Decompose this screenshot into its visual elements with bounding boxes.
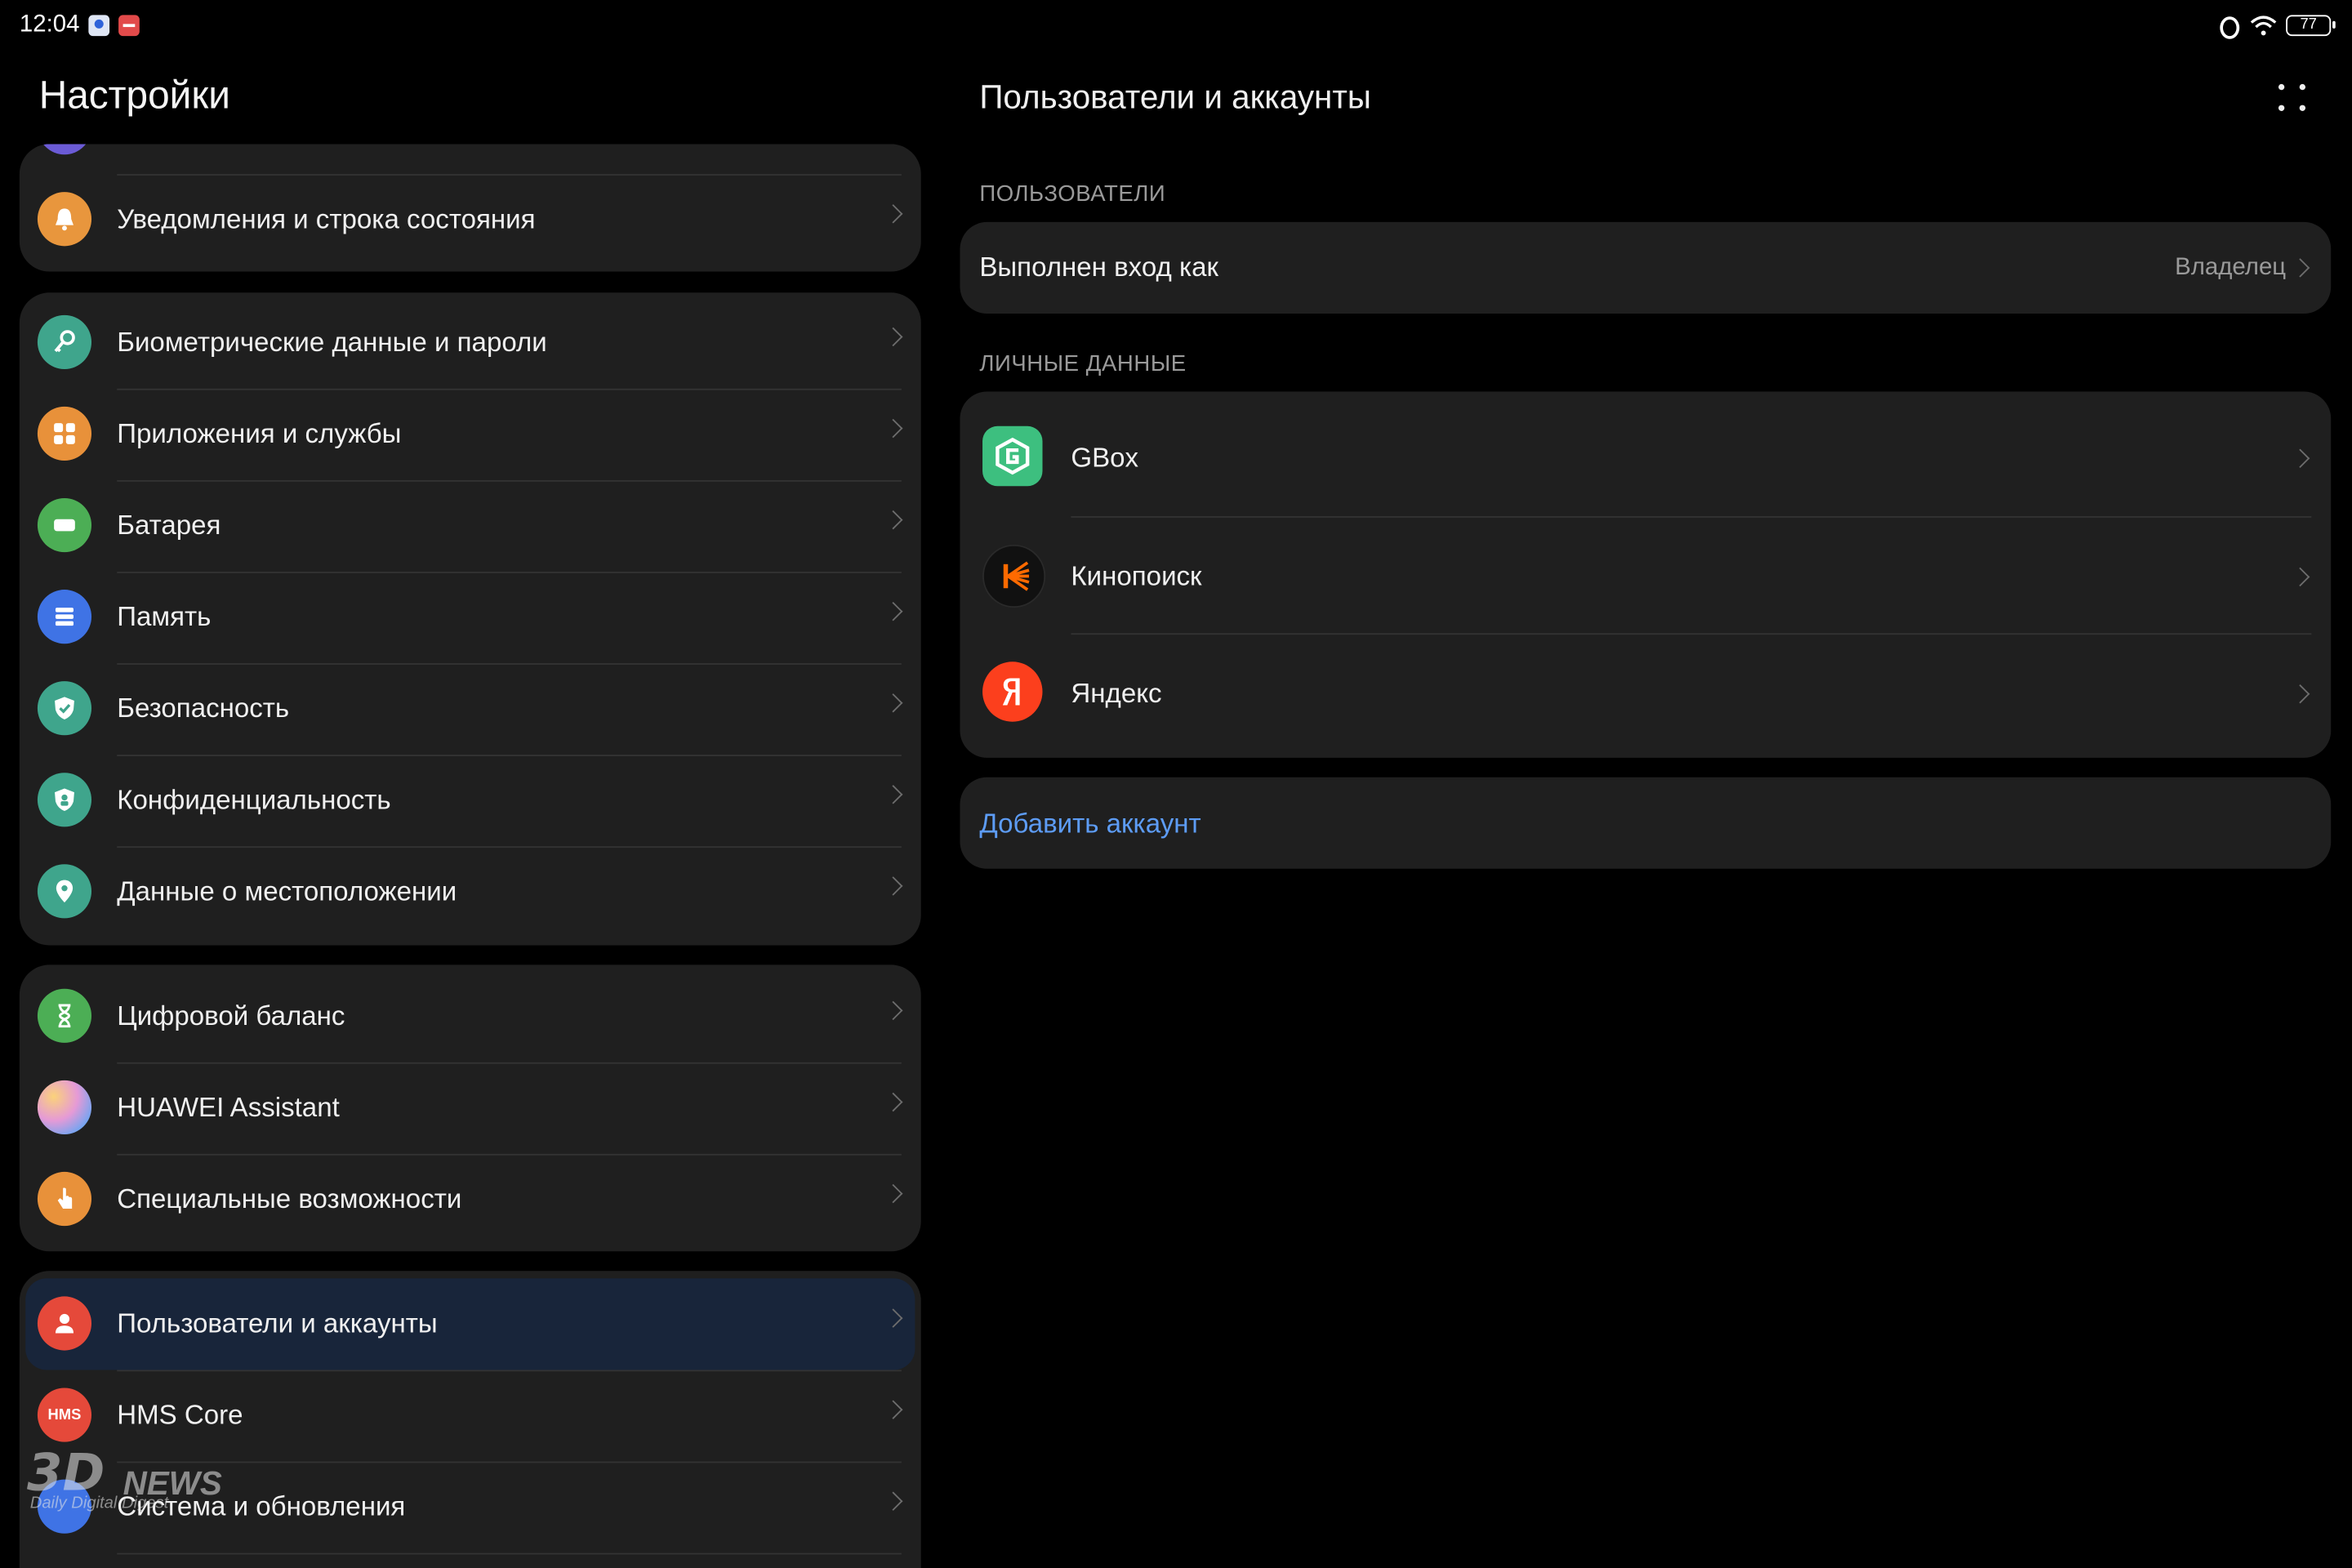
gbox-icon (982, 425, 1043, 487)
settings-item-label: Специальные возможности (117, 1183, 462, 1214)
settings-item-huawei-assistant[interactable]: HUAWEI Assistant (20, 1062, 921, 1154)
logged-in-label: Выполнен вход как (979, 252, 1219, 283)
chevron-right-icon (884, 1000, 903, 1021)
screen: 12:04 77 Настройки Уведомления и строка … (0, 0, 2352, 1568)
settings-group-1: Уведомления и строка состояния (19, 144, 921, 272)
chevron-right-icon (884, 1183, 903, 1204)
add-account-card[interactable]: Добавить аккаунт (960, 777, 2332, 869)
chevron-right-icon (2290, 258, 2310, 278)
account-item-kinopoisk[interactable]: Кинопоиск (960, 516, 2331, 633)
chevron-right-icon (884, 876, 903, 896)
assistant-icon (37, 1080, 92, 1134)
chevron-right-icon (884, 510, 903, 530)
settings-item-label: Память (117, 601, 212, 632)
settings-item-battery[interactable]: Батарея (20, 480, 921, 572)
account-item-yandex[interactable]: Яндекс (960, 633, 2331, 750)
settings-item-users-accounts[interactable]: Пользователи и аккаунты (25, 1278, 915, 1370)
page-title: Пользователи и аккаунты (979, 78, 1371, 116)
settings-item-label: HUAWEI Assistant (117, 1092, 340, 1123)
settings-item-digital-balance[interactable]: Цифровой баланс (20, 971, 921, 1062)
settings-item-label: Безопасность (117, 693, 290, 724)
settings-item-label: Конфиденциальность (117, 784, 391, 815)
status-icons: 77 (2217, 12, 2336, 39)
chevron-right-icon (2290, 567, 2310, 587)
notification-alert-icon (118, 15, 140, 37)
shield-check-icon (37, 681, 92, 736)
personal-section-header: ЛИЧНЫЕ ДАННЫЕ (979, 350, 1187, 377)
settings-item-location[interactable]: Данные о местоположении (20, 846, 921, 938)
settings-item-label: Уведомления и строка состояния (117, 203, 536, 234)
chevron-right-icon (884, 1092, 903, 1112)
hms-icon: HMS (37, 1388, 92, 1442)
settings-item-accessibility[interactable]: Специальные возможности (20, 1154, 921, 1245)
location-icon (37, 864, 92, 919)
settings-item-privacy[interactable]: Конфиденциальность (20, 755, 921, 846)
settings-group-3: Цифровой баланс HUAWEI Assistant Специал… (19, 964, 921, 1252)
settings-item-notifications[interactable]: Уведомления и строка состояния (20, 174, 921, 265)
user-icon (37, 1296, 92, 1351)
yandex-icon (982, 662, 1043, 722)
wifi-icon (2250, 16, 2277, 36)
chevron-right-icon (884, 602, 903, 621)
settings-item-label: Цифровой баланс (117, 1000, 345, 1031)
privacy-icon (37, 773, 92, 827)
settings-group-4: Пользователи и аккаунты HMS HMS Core Сис… (19, 1271, 921, 1568)
add-account-button[interactable]: Добавить аккаунт (979, 777, 1200, 869)
settings-item-apps[interactable]: Приложения и службы (20, 389, 921, 480)
chevron-right-icon (884, 693, 903, 713)
settings-group-2: Биометрические данные и пароли Приложени… (19, 292, 921, 946)
account-label: GBox (1071, 443, 1139, 473)
battery-icon (37, 497, 92, 553)
settings-item-display[interactable] (20, 144, 921, 174)
battery-icon: 77 (2286, 15, 2336, 37)
logged-in-value: Владелец (2175, 255, 2287, 281)
settings-item-storage[interactable]: Память (20, 572, 921, 663)
kinopoisk-icon (982, 544, 1046, 608)
watermark-logo: 3D NEWS Daily Digital Digest (27, 1443, 222, 1512)
chevron-right-icon (884, 1491, 903, 1511)
settings-item-label: Данные о местоположении (117, 875, 457, 906)
bell-icon (37, 192, 92, 247)
settings-item-label: Батарея (117, 510, 221, 541)
key-icon (37, 314, 92, 369)
chevron-right-icon (884, 785, 903, 804)
hourglass-icon (37, 988, 92, 1043)
chevron-right-icon (884, 1400, 903, 1419)
notification-app-icon (88, 15, 110, 37)
more-options-icon[interactable] (2278, 83, 2309, 114)
settings-item-security[interactable]: Безопасность (20, 663, 921, 755)
chevron-right-icon (884, 418, 903, 439)
settings-item-label: Пользователи и аккаунты (117, 1308, 438, 1339)
apps-icon (37, 406, 92, 461)
chevron-right-icon (884, 204, 903, 224)
nfc-icon (2217, 15, 2241, 39)
users-section-header: ПОЛЬЗОВАТЕЛИ (979, 181, 1166, 207)
status-bar: 12:04 77 (0, 0, 2352, 54)
settings-item-label: Приложения и службы (117, 418, 402, 449)
status-time: 12:04 (19, 11, 80, 38)
chevron-right-icon (2290, 684, 2310, 704)
storage-icon (37, 590, 92, 644)
settings-item-biometrics[interactable]: Биометрические данные и пароли (20, 297, 921, 389)
display-icon (37, 144, 92, 155)
settings-list[interactable]: Уведомления и строка состояния Биометрич… (0, 144, 941, 1568)
logged-in-card[interactable]: Выполнен вход как Владелец (960, 221, 2332, 314)
account-label: Кинопоиск (1071, 561, 1202, 591)
settings-title: Настройки (38, 72, 230, 118)
settings-item-label: Биометрические данные и пароли (117, 327, 547, 358)
account-item-gbox[interactable]: GBox (960, 398, 2331, 514)
accessibility-hand-icon (37, 1171, 92, 1227)
accounts-card: GBox Кинопоиск Яндекс (960, 391, 2332, 758)
account-label: Яндекс (1071, 678, 1162, 709)
chevron-right-icon (884, 1308, 903, 1328)
chevron-right-icon (2290, 448, 2310, 468)
chevron-right-icon (884, 327, 903, 347)
